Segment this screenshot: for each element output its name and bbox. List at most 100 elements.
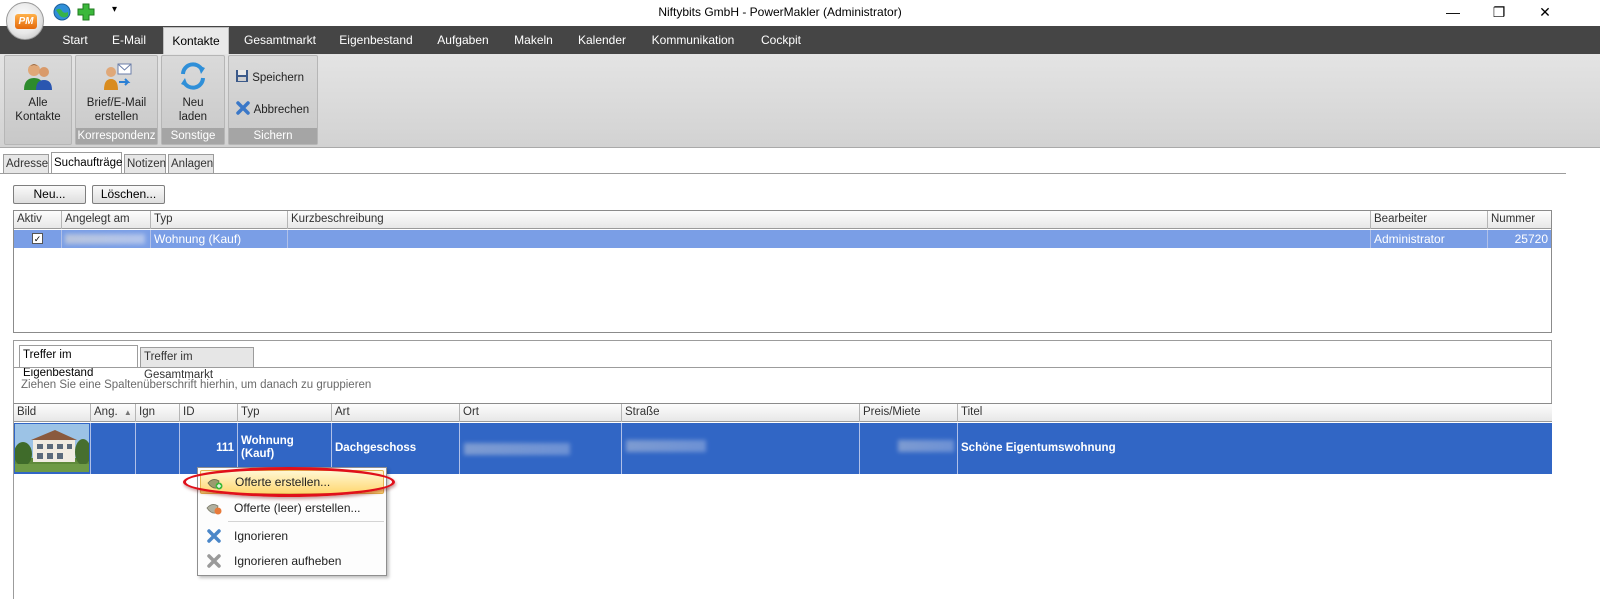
tab-makeln[interactable]: Makeln: [506, 26, 561, 54]
group-label-other: Sonstige: [162, 128, 224, 144]
all-contacts-line2: Kontakte: [15, 111, 61, 123]
save-button[interactable]: Speichern: [235, 69, 304, 84]
tab-divider: [14, 367, 1551, 368]
restore-button[interactable]: ❐: [1476, 0, 1522, 26]
menu-label-create-empty-offer: Offerte (leer) erstellen...: [234, 501, 361, 515]
menu-item-create-offer[interactable]: Offerte erstellen...: [200, 470, 384, 494]
close-button[interactable]: ✕: [1522, 0, 1568, 26]
col-typ[interactable]: Typ: [238, 404, 332, 422]
col-bild[interactable]: Bild: [14, 404, 91, 422]
menu-label-create-offer: Offerte erstellen...: [235, 475, 331, 489]
create-letter-email-button[interactable]: Brief/E-Mail erstellen: [76, 60, 157, 124]
cell-title: Schöne Eigentumswohnung: [961, 442, 1116, 454]
hits-grid-header: Bild Ang. ▲ Ign ID Typ Art Ort Straße Pr…: [14, 404, 1552, 422]
search-grid-header: Aktiv Angelegt am Typ Kurzbeschreibung B…: [14, 211, 1551, 229]
letter-email-icon: [103, 63, 131, 90]
redacted-street: [626, 440, 706, 452]
ribbon-panel: Alle Kontakte Brief/E-Mail erstellen Kor…: [0, 54, 1600, 148]
redacted-price: [898, 440, 954, 452]
tab-suchauftraege[interactable]: Suchaufträge: [51, 152, 122, 174]
col-strasse[interactable]: Straße: [622, 404, 860, 422]
menu-label-unignore: Ignorieren aufheben: [234, 554, 342, 568]
tab-kalender[interactable]: Kalender: [570, 26, 634, 54]
tab-gesamtmarkt[interactable]: Gesamtmarkt: [237, 26, 323, 54]
all-contacts-line1: Alle: [28, 97, 48, 109]
cell-created: [62, 230, 151, 248]
ribbon-group-other: Neu laden Sonstige: [161, 55, 225, 145]
col-ang[interactable]: Ang. ▲: [91, 404, 136, 422]
tab-kommunikation[interactable]: Kommunikation: [643, 26, 743, 54]
app-logo-button[interactable]: PM: [6, 2, 44, 40]
menu-item-create-empty-offer[interactable]: Offerte (leer) erstellen...: [200, 496, 384, 520]
group-label-save: Sichern: [229, 128, 317, 144]
col-ign[interactable]: Ign: [136, 404, 180, 422]
save-label: Speichern: [252, 72, 304, 84]
delete-button[interactable]: Löschen...: [92, 185, 165, 204]
tab-adresse[interactable]: Adresse: [3, 154, 49, 174]
ignore-x-icon: [207, 529, 221, 543]
reload-line2: laden: [178, 111, 208, 123]
refresh-icon: [181, 62, 205, 90]
tab-eigenbestand[interactable]: Eigenbestand: [332, 26, 420, 54]
tab-cockpit[interactable]: Cockpit: [752, 26, 810, 54]
table-row[interactable]: ✓ Wohnung (Kauf) Administrator 25720: [14, 230, 1551, 248]
ribbon-group-correspondence: Brief/E-Mail erstellen Korrespondenz: [75, 55, 158, 145]
cancel-x-icon: [236, 101, 250, 115]
col-typ[interactable]: Typ: [151, 211, 288, 229]
col-preis-miete[interactable]: Preis/Miete: [860, 404, 958, 422]
menu-separator: [228, 521, 384, 522]
minimize-button[interactable]: —: [1430, 0, 1476, 26]
redacted-date: [65, 234, 145, 244]
redacted-location: [464, 443, 570, 455]
unignore-x-icon: [207, 554, 221, 568]
cell-editor: Administrator: [1371, 230, 1488, 248]
menu-label-ignore: Ignorieren: [234, 529, 289, 543]
cancel-label: Abbrechen: [253, 104, 310, 116]
ribbon-group-contacts: Alle Kontakte: [4, 55, 72, 145]
cancel-button[interactable]: Abbrechen: [235, 100, 309, 116]
group-by-hint: Ziehen Sie eine Spaltenüberschrift hierh…: [21, 379, 372, 391]
col-aktiv[interactable]: Aktiv: [14, 211, 62, 229]
col-ort[interactable]: Ort: [460, 404, 622, 422]
all-contacts-button[interactable]: Alle Kontakte: [5, 60, 71, 124]
cell-description: [288, 230, 1371, 248]
tab-notizen[interactable]: Notizen: [124, 154, 166, 174]
create-letter-line1: Brief/E-Mail: [86, 97, 147, 109]
col-kurzbeschreibung[interactable]: Kurzbeschreibung: [288, 211, 1371, 229]
menu-item-ignore[interactable]: Ignorieren: [200, 524, 384, 548]
col-titel[interactable]: Titel: [958, 404, 1552, 422]
title-bar: PM ▾ Niftybits GmbH - PowerMakler (Admin…: [0, 0, 1600, 40]
property-thumbnail: [14, 423, 91, 474]
sort-ascending-icon: ▲: [123, 408, 132, 417]
col-ang-label: Ang.: [94, 406, 118, 418]
new-button[interactable]: Neu...: [13, 185, 86, 204]
col-art[interactable]: Art: [332, 404, 460, 422]
page-tab-bar: Adresse Suchaufträge Notizen Anlagen: [0, 152, 1600, 174]
tab-kontakte[interactable]: Kontakte: [163, 27, 229, 54]
tab-hits-own-stock[interactable]: Treffer im Eigenbestand: [19, 345, 138, 379]
col-angelegt-am[interactable]: Angelegt am: [62, 211, 151, 229]
menu-item-unignore[interactable]: Ignorieren aufheben: [200, 549, 384, 573]
context-menu: Offerte erstellen... Offerte (leer) erst…: [197, 467, 387, 576]
tab-start[interactable]: Start: [55, 26, 95, 54]
col-bearbeiter[interactable]: Bearbeiter: [1371, 211, 1488, 229]
col-nummer[interactable]: Nummer: [1488, 211, 1551, 229]
cell-ang: [91, 423, 136, 474]
create-letter-line2: erstellen: [94, 111, 139, 123]
tab-email[interactable]: E-Mail: [104, 26, 154, 54]
active-checkbox[interactable]: ✓: [14, 230, 62, 248]
reload-button[interactable]: Neu laden: [162, 60, 224, 124]
cell-strasse: [622, 423, 860, 474]
col-id[interactable]: ID: [180, 404, 238, 422]
cell-number: 25720: [1514, 232, 1548, 246]
cell-type: Wohnung (Kauf): [151, 230, 288, 248]
tab-hits-total-market[interactable]: Treffer im Gesamtmarkt: [140, 347, 254, 381]
search-orders-grid: Aktiv Angelegt am Typ Kurzbeschreibung B…: [13, 210, 1552, 333]
ribbon-group-save: Speichern Abbrechen Sichern: [228, 55, 318, 145]
offer-create-icon: [207, 479, 223, 490]
group-label-correspondence: Korrespondenz: [76, 128, 157, 144]
tab-aufgaben[interactable]: Aufgaben: [429, 26, 497, 54]
house-photo-image: [14, 424, 90, 472]
tab-anlagen[interactable]: Anlagen: [168, 154, 214, 174]
checkbox-check: ✓: [32, 233, 43, 244]
